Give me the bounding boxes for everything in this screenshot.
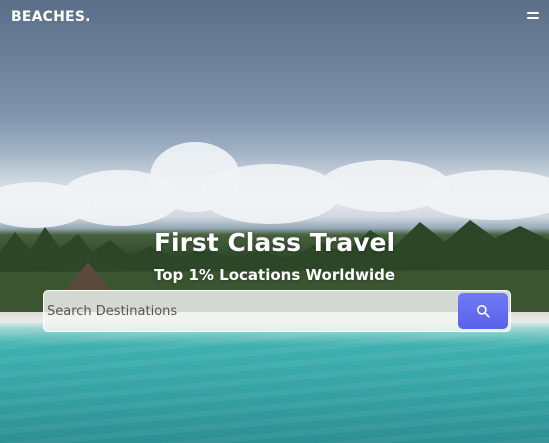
- hero-title: First Class Travel: [153, 228, 396, 257]
- hero-background: BEACHES. First Class Travel Top 1% Locat…: [0, 0, 549, 443]
- navbar: BEACHES.: [0, 0, 549, 36]
- hero-subtitle: Top 1% Locations Worldwide: [153, 266, 396, 284]
- search-input[interactable]: [47, 291, 452, 331]
- search-button[interactable]: [458, 293, 508, 329]
- brand-logo[interactable]: BEACHES.: [11, 9, 91, 25]
- water-surface: [0, 330, 549, 443]
- search-bar: [43, 290, 511, 332]
- hamburger-menu-icon[interactable]: [527, 11, 539, 19]
- search-icon: [476, 304, 490, 318]
